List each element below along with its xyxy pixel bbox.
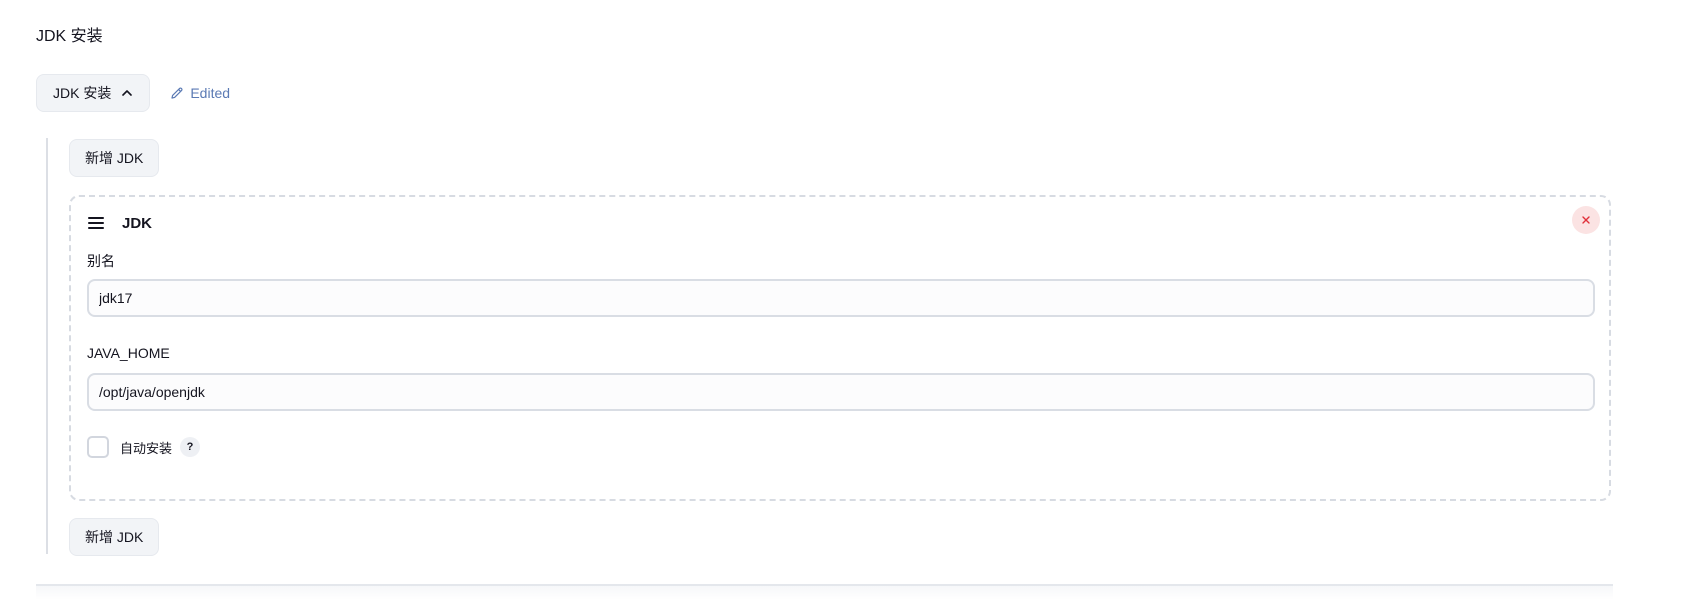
tool-config-page: JDK 安装 JDK 安装 Edited 新增 JDK JDK 别名 jdk17… [0,0,1692,600]
add-jdk-button-bottom[interactable]: 新增 JDK [69,518,160,556]
edited-label: Edited [190,85,231,101]
edited-indicator: Edited [170,85,230,101]
close-icon [1582,216,1590,224]
add-jdk-button-top[interactable]: 新增 JDK [69,139,160,177]
auto-install-checkbox[interactable] [87,436,109,458]
drag-handle-icon[interactable] [88,217,104,229]
section-toggle-row: JDK 安装 Edited [36,74,230,112]
pencil-icon [171,87,183,99]
toggle-button-label: JDK 安装 [53,85,112,101]
auto-install-label: 自动安装 [120,440,173,456]
jdk-item-header: JDK [88,211,152,235]
alias-input[interactable] [87,279,1595,317]
chevron-up-icon [122,90,133,96]
section-title: JDK 安装 [36,28,103,45]
repeatable-rail [46,138,48,554]
jdk-item-card: JDK 别名 JAVA_HOME 自动安装 ? [69,195,1611,501]
delete-jdk-button[interactable] [1572,206,1600,234]
alias-label: 别名 [87,253,115,269]
help-icon[interactable]: ? [180,437,201,457]
jdk-install-toggle-button[interactable]: JDK 安装 [36,74,151,112]
jdk-item-title: JDK [122,214,153,232]
auto-install-row: 自动安装 ? [87,435,201,459]
java-home-input[interactable] [87,373,1595,411]
footer-shade [36,586,1613,600]
java-home-label: JAVA_HOME [87,345,170,361]
